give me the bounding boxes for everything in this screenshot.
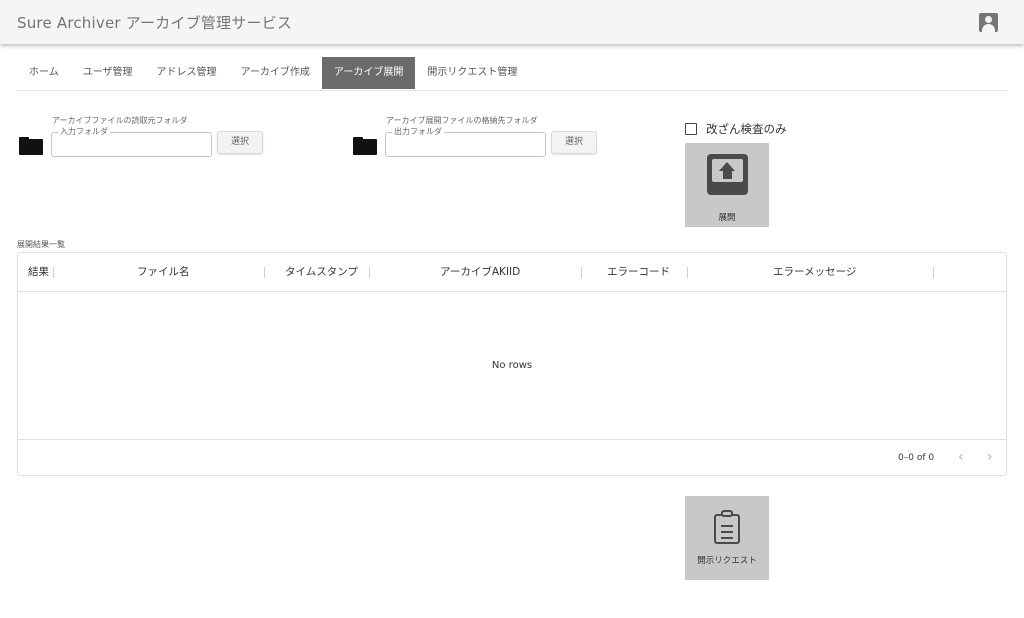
input-folder-select-button[interactable]: 選択 — [217, 131, 263, 154]
results-grid: 結果 ファイル名 タイムスタンプ アーカイブAKIID エラーコード エラーメッ… — [17, 252, 1007, 476]
nav-tabs: ホーム ユーザ管理 アドレス管理 アーカイブ作成 アーカイブ展開 開示リクエスト… — [17, 57, 529, 89]
tab-archive-expand[interactable]: アーカイブ展開 — [321, 57, 416, 89]
column-header-timestamp[interactable]: タイムスタンプ — [285, 253, 358, 292]
column-header-archive-akiid[interactable]: アーカイブAKIID — [440, 253, 520, 292]
expand-button-label: 展開 — [718, 213, 736, 223]
column-separator[interactable] — [933, 267, 934, 278]
folder-icon[interactable] — [353, 137, 377, 155]
app-bar: Sure Archiver アーカイブ管理サービス — [0, 0, 1024, 44]
output-folder-field[interactable]: 出力フォルダ — [385, 127, 546, 157]
app-title: Sure Archiver アーカイブ管理サービス — [17, 14, 293, 32]
tamper-check-row[interactable]: 改ざん検査のみ — [685, 121, 787, 137]
column-separator[interactable] — [581, 267, 582, 278]
input-folder-caption: アーカイブファイルの読取元フォルダ — [52, 116, 188, 125]
no-rows-message: No rows — [491, 360, 533, 371]
column-header-result[interactable]: 結果 — [28, 253, 49, 292]
disclosure-request-label: 開示リクエスト — [697, 556, 757, 566]
column-separator[interactable] — [369, 267, 370, 278]
results-caption: 展開結果一覧 — [17, 240, 65, 249]
column-header-error-code[interactable]: エラーコード — [607, 253, 670, 292]
column-separator[interactable] — [264, 267, 265, 278]
input-folder-field[interactable]: 入力フォルダ — [51, 127, 212, 157]
tamper-check-label: 改ざん検査のみ — [706, 122, 787, 136]
clipboard-checklist-icon — [712, 510, 742, 544]
unarchive-icon — [707, 154, 748, 195]
column-header-error-message[interactable]: エラーメッセージ — [773, 253, 856, 292]
chevron-left-icon[interactable]: ‹ — [958, 450, 964, 464]
chevron-right-icon[interactable]: › — [987, 450, 993, 464]
tab-user-management[interactable]: ユーザ管理 — [71, 57, 145, 89]
grid-header: 結果 ファイル名 タイムスタンプ アーカイブAKIID エラーコード エラーメッ… — [18, 253, 1006, 292]
output-folder-select-button[interactable]: 選択 — [551, 131, 597, 154]
tab-divider — [17, 90, 1007, 91]
input-folder-label: 入力フォルダ — [58, 127, 110, 137]
disclosure-request-button[interactable]: 開示リクエスト — [685, 496, 769, 580]
output-folder-label: 出力フォルダ — [392, 127, 444, 137]
expand-button[interactable]: 展開 — [685, 143, 769, 227]
tab-archive-create[interactable]: アーカイブ作成 — [229, 57, 322, 89]
output-folder-caption: アーカイブ展開ファイルの格納先フォルダ — [386, 116, 538, 125]
column-separator[interactable] — [53, 267, 54, 278]
tab-disclosure-request-management[interactable]: 開示リクエスト管理 — [415, 57, 529, 89]
grid-footer: 0–0 of 0 ‹ › — [18, 439, 1006, 475]
account-body-shape — [982, 24, 995, 32]
folder-icon[interactable] — [19, 137, 43, 155]
column-header-filename[interactable]: ファイル名 — [137, 253, 190, 292]
account-box-icon[interactable] — [979, 13, 998, 32]
account-head-shape — [985, 16, 992, 23]
pagination-text: 0–0 of 0 — [898, 453, 935, 463]
column-separator[interactable] — [687, 267, 688, 278]
tamper-check-checkbox[interactable] — [685, 123, 697, 135]
tab-address-management[interactable]: アドレス管理 — [145, 57, 229, 89]
tab-home[interactable]: ホーム — [17, 57, 71, 89]
